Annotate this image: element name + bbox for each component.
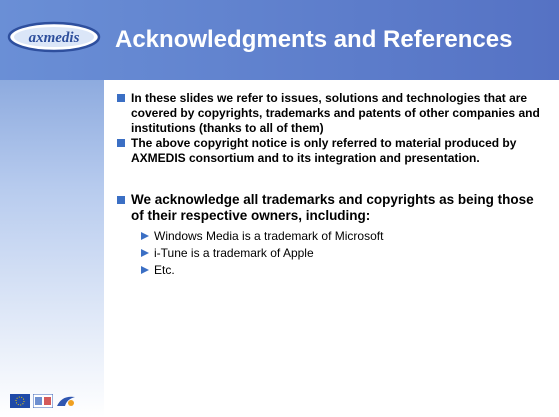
square-bullet-icon — [117, 139, 125, 147]
sub-item: Windows Media is a trademark of Microsof… — [141, 228, 547, 245]
sub-list: Windows Media is a trademark of Microsof… — [117, 228, 547, 279]
bullet-item: The above copyright notice is only refer… — [117, 136, 547, 166]
eu-flag-icon — [10, 394, 30, 408]
ist-logo-icon — [57, 396, 75, 406]
square-bullet-icon — [117, 196, 125, 204]
bullet-item: In these slides we refer to issues, solu… — [117, 91, 547, 136]
footer-logos — [10, 393, 76, 409]
triangle-bullet-icon — [141, 266, 149, 274]
logo-text: axmedis — [29, 30, 80, 46]
triangle-bullet-icon — [141, 249, 149, 257]
sub-item: Etc. — [141, 262, 547, 279]
sub-item-text: Etc. — [154, 263, 175, 277]
bullet-text: The above copyright notice is only refer… — [131, 136, 517, 165]
axmedis-logo: axmedis — [7, 21, 101, 53]
slide-title: Acknowledgments and References — [115, 26, 513, 53]
slide-content: In these slides we refer to issues, solu… — [117, 91, 547, 279]
sub-item-text: i-Tune is a trademark of Apple — [154, 246, 314, 260]
bullet-text: In these slides we refer to issues, solu… — [131, 91, 540, 135]
sub-item: i-Tune is a trademark of Apple — [141, 245, 547, 262]
sub-item-text: Windows Media is a trademark of Microsof… — [154, 229, 384, 243]
triangle-bullet-icon — [141, 232, 149, 240]
square-bullet-icon — [117, 94, 125, 102]
partner-logo-icon — [33, 394, 53, 408]
slide: axmedis Acknowledgments and References I… — [0, 0, 559, 417]
bullet-item-main: We acknowledge all trademarks and copyri… — [117, 192, 547, 224]
bullet-text: We acknowledge all trademarks and copyri… — [131, 192, 534, 223]
